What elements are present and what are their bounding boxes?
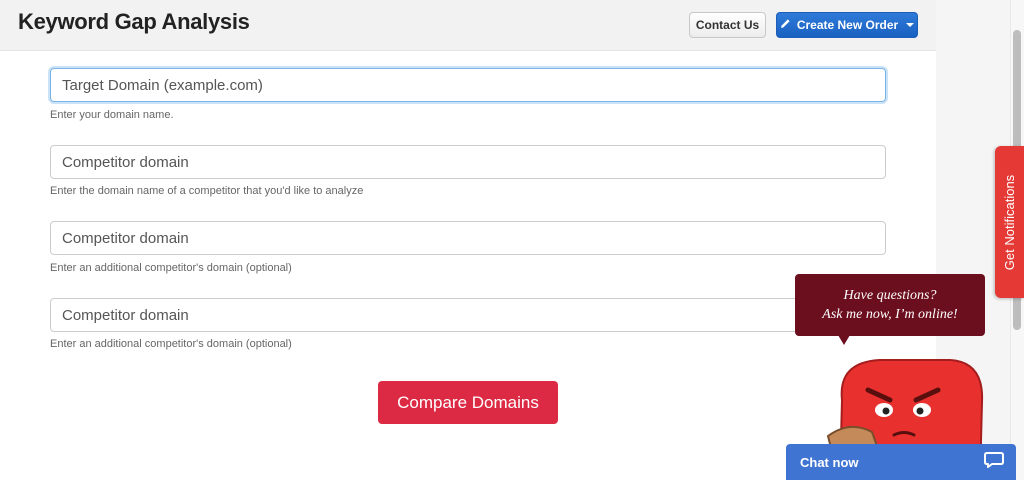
chat-now-label: Chat now xyxy=(800,454,859,470)
mascot-left-pupil xyxy=(882,407,890,415)
create-new-order-button[interactable]: Create New Order xyxy=(776,12,918,38)
page-header: Keyword Gap Analysis Contact Us Create N… xyxy=(0,0,936,51)
pencil-icon xyxy=(780,18,791,32)
competitor-domain-help-2: Enter an additional competitor's domain … xyxy=(50,262,292,274)
bubble-line-1: Have questions? xyxy=(843,288,937,303)
compare-domains-button[interactable]: Compare Domains xyxy=(378,381,558,424)
competitor-domain-input-3[interactable] xyxy=(50,298,886,332)
competitor-domain-help-3: Enter an additional competitor's domain … xyxy=(50,338,292,350)
caret-down-icon xyxy=(906,23,915,27)
page-title: Keyword Gap Analysis xyxy=(18,9,250,34)
page: Keyword Gap Analysis Contact Us Create N… xyxy=(0,0,936,480)
contact-us-button[interactable]: Contact Us xyxy=(689,12,766,38)
target-domain-help: Enter your domain name. xyxy=(50,109,174,121)
mascot-right-pupil xyxy=(916,407,924,415)
competitor-domain-input-2[interactable] xyxy=(50,221,886,255)
chat-bubble-icon xyxy=(984,451,1004,474)
competitor-domain-help-1: Enter the domain name of a competitor th… xyxy=(50,185,364,197)
chat-prompt-bubble[interactable]: Have questions? Ask me now, I’m online! xyxy=(795,274,985,336)
bubble-line-2: Ask me now, I’m online! xyxy=(822,307,958,322)
get-notifications-tab[interactable]: Get Notifications xyxy=(995,146,1024,298)
chat-now-bar[interactable]: Chat now xyxy=(786,444,1016,480)
target-domain-input[interactable] xyxy=(50,68,886,102)
get-notifications-label: Get Notifications xyxy=(1002,174,1017,270)
create-new-order-label: Create New Order xyxy=(796,18,899,32)
competitor-domain-input-1[interactable] xyxy=(50,145,886,179)
